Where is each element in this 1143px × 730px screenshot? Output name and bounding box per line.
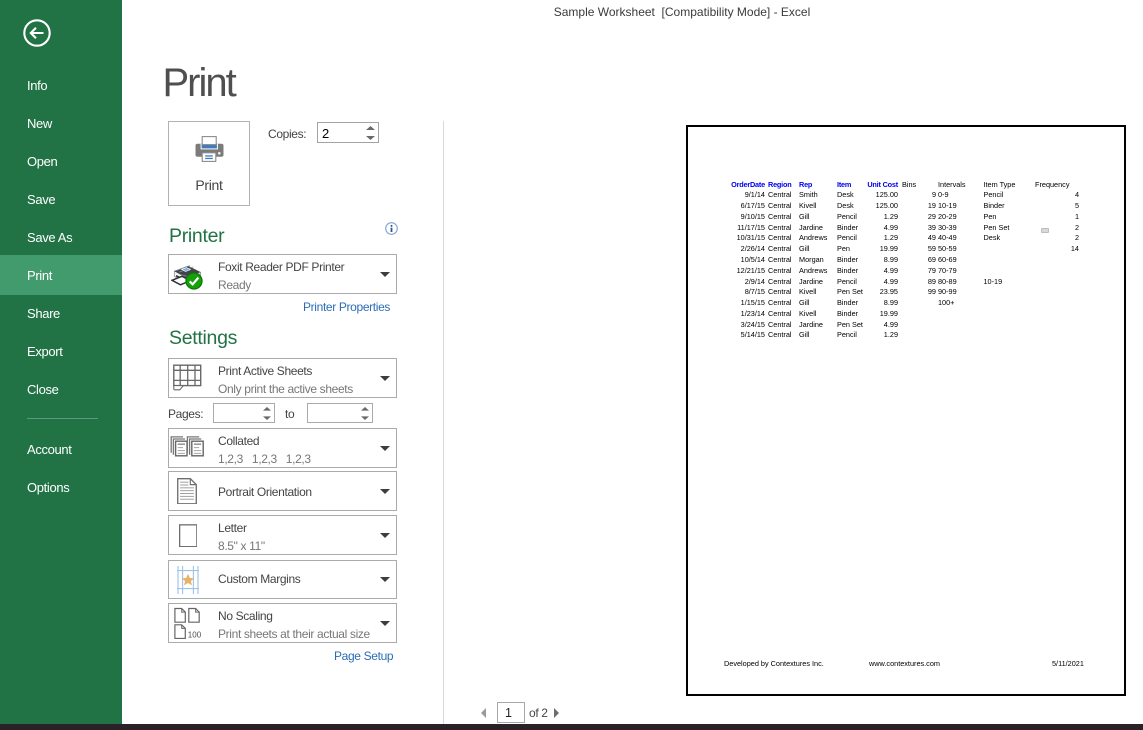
- svg-text:100: 100: [188, 631, 202, 639]
